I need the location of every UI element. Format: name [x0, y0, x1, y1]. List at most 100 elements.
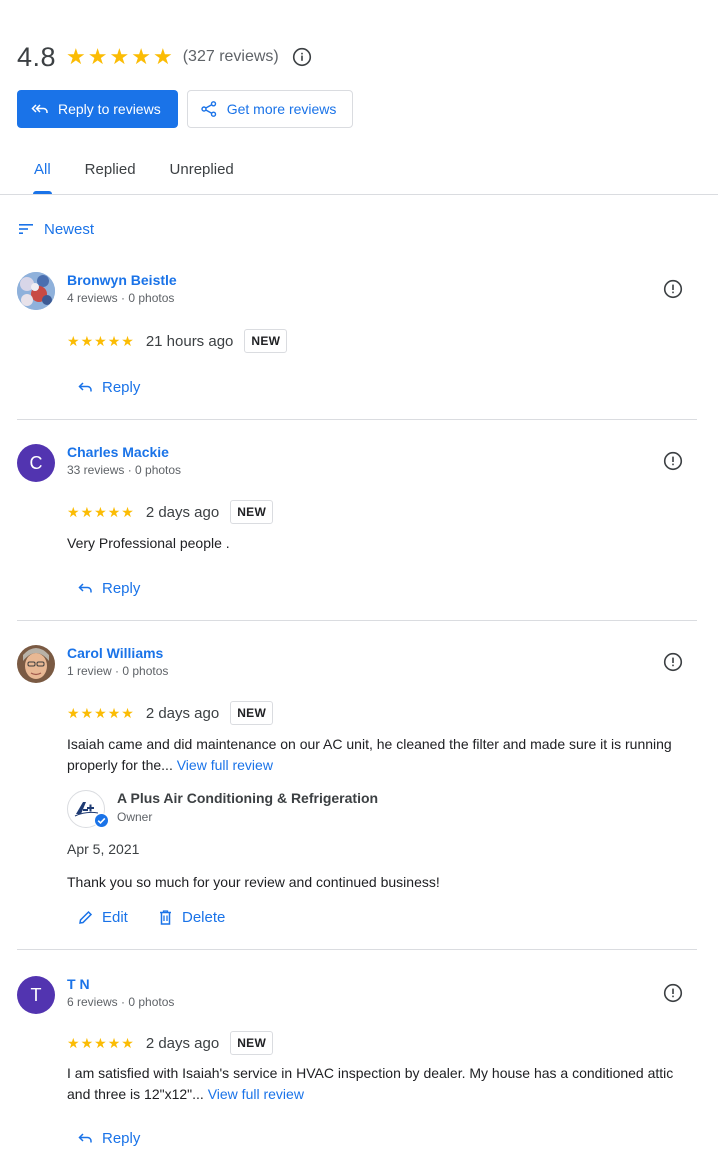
delete-label: Delete	[182, 909, 226, 926]
review-item: C Charles Mackie 33 reviews · 0 photos ★…	[17, 444, 697, 604]
reply-icon	[78, 1133, 92, 1143]
review-item: T T N 6 reviews · 0 photos ★ ★ ★ ★ ★ 2 days …	[17, 976, 697, 1156]
review-divider	[17, 419, 697, 420]
reviewer-stats: 1 review · 0 photos	[67, 664, 169, 678]
avatar-image	[17, 645, 55, 683]
star-icon: ★	[67, 333, 80, 349]
view-full-review-link[interactable]: View full review	[208, 1086, 304, 1102]
review-text: Very Professional people .	[67, 535, 230, 551]
star-icon: ★	[121, 705, 134, 721]
view-full-review-link[interactable]: View full review	[177, 757, 273, 773]
review-stars: ★ ★ ★ ★ ★	[67, 334, 134, 348]
star-icon: ★	[80, 504, 94, 520]
star-icon: ★	[107, 1035, 121, 1051]
review-item: Bronwyn Beistle 4 reviews · 0 photos ★ ★ ★…	[17, 272, 697, 402]
rating-stars: ★ ★ ★ ★ ★	[66, 46, 173, 68]
report-icon[interactable]	[663, 279, 683, 299]
edit-icon	[79, 910, 93, 924]
reviewer-name[interactable]: Bronwyn Beistle	[67, 272, 177, 288]
star-icon: ★	[107, 333, 121, 349]
review-rating-row: ★ ★ ★ ★ ★ 2 days ago NEW	[67, 500, 274, 524]
star-icon: ★	[67, 504, 80, 520]
verified-icon	[94, 813, 109, 828]
reply-button[interactable]: Reply	[77, 580, 140, 597]
reply-to-reviews-button[interactable]: Reply to reviews	[17, 90, 178, 128]
business-name: A Plus Air Conditioning & Refrigeration	[117, 790, 379, 806]
star-icon: ★	[80, 1035, 94, 1051]
review-rating-row: ★ ★ ★ ★ ★ 2 days ago NEW	[67, 1031, 274, 1055]
reviewer-name[interactable]: Charles Mackie	[67, 444, 169, 460]
delete-icon	[160, 910, 171, 925]
star-icon: ★	[67, 705, 80, 721]
star-icon: ★	[94, 504, 107, 520]
reply-icon	[78, 382, 92, 392]
review-time: 2 days ago	[145, 704, 220, 722]
review-body: Isaiah came and did maintenance on our A…	[67, 736, 672, 773]
review-rating-row: ★ ★ ★ ★ ★ 2 days ago NEW	[67, 701, 274, 725]
review-divider	[17, 949, 697, 950]
get-more-reviews-label: Get more reviews	[226, 101, 337, 117]
review-text: Isaiah came and did maintenance on our A…	[67, 734, 697, 776]
star-icon: ★	[80, 333, 94, 349]
star-icon: ★	[131, 44, 151, 69]
report-icon[interactable]	[663, 652, 683, 672]
reply-button[interactable]: Reply	[77, 1130, 140, 1147]
sort-dropdown[interactable]: Newest	[17, 220, 94, 238]
tabs-divider	[0, 194, 718, 195]
review-time: 2 days ago	[145, 1034, 220, 1052]
reply-text: Thank you so much for your review and co…	[67, 874, 440, 890]
reply-label: Reply	[102, 580, 141, 597]
review-time: 21 hours ago	[145, 332, 234, 350]
review-count: (327 reviews)	[182, 48, 279, 65]
review-stars: ★ ★ ★ ★ ★	[67, 505, 134, 519]
owner-reply-header: A Plus Air Conditioning & Refrigeration …	[67, 790, 687, 832]
report-icon[interactable]	[663, 451, 683, 471]
delete-reply-button[interactable]: Delete	[157, 909, 225, 926]
new-badge: NEW	[230, 1031, 274, 1055]
avatar: T	[17, 976, 55, 1014]
star-icon: ★	[66, 44, 86, 69]
report-icon[interactable]	[663, 983, 683, 1003]
get-more-reviews-button[interactable]: Get more reviews	[186, 90, 354, 128]
tab-unreplied[interactable]: Unreplied	[153, 150, 251, 194]
review-stars: ★ ★ ★ ★ ★	[67, 1036, 134, 1050]
star-icon: ★	[94, 333, 107, 349]
share-icon	[201, 101, 216, 117]
star-icon: ★	[94, 1035, 107, 1051]
review-item: Carol Williams 1 review · 0 photos ★ ★ ★ ★ ★…	[17, 645, 697, 935]
review-tabs: All Replied Unreplied	[17, 150, 251, 194]
review-divider	[17, 620, 697, 621]
star-icon: ★	[152, 44, 173, 69]
reviewer-stats: 33 reviews · 0 photos	[67, 463, 182, 477]
review-actions: Reply to reviews Get more reviews	[17, 90, 354, 128]
star-icon: ★	[94, 705, 107, 721]
review-rating-row: ★ ★ ★ ★ ★ 21 hours ago NEW	[67, 329, 288, 353]
tab-replied[interactable]: Replied	[68, 150, 153, 194]
reviewer-name[interactable]: Carol Williams	[67, 645, 163, 661]
average-rating: 4.8	[17, 41, 57, 72]
review-time: 2 days ago	[145, 503, 220, 521]
new-badge: NEW	[230, 500, 274, 524]
info-icon[interactable]	[292, 47, 312, 67]
edit-reply-button[interactable]: Edit	[77, 909, 128, 926]
star-icon: ★	[109, 44, 130, 69]
reviewer-stats: 4 reviews · 0 photos	[67, 291, 175, 305]
avatar: C	[17, 444, 55, 482]
reply-icon	[78, 583, 92, 593]
owner-label: Owner	[117, 810, 153, 824]
edit-label: Edit	[102, 909, 128, 926]
reply-date: Apr 5, 2021	[67, 841, 140, 857]
avatar	[17, 645, 55, 683]
reply-label: Reply	[102, 379, 141, 396]
reply-button[interactable]: Reply	[77, 379, 140, 396]
review-text: I am satisfied with Isaiah's service in …	[67, 1063, 697, 1105]
avatar	[17, 272, 55, 310]
review-body: I am satisfied with Isaiah's service in …	[67, 1065, 674, 1102]
sort-label: Newest	[44, 220, 95, 238]
reviewer-name[interactable]: T N	[67, 976, 90, 992]
reply-all-icon	[31, 104, 48, 113]
rating-summary: 4.8 ★ ★ ★ ★ ★ (327 reviews)	[17, 40, 312, 74]
tab-all[interactable]: All	[17, 150, 68, 194]
star-icon: ★	[80, 705, 94, 721]
star-icon: ★	[121, 1035, 134, 1051]
